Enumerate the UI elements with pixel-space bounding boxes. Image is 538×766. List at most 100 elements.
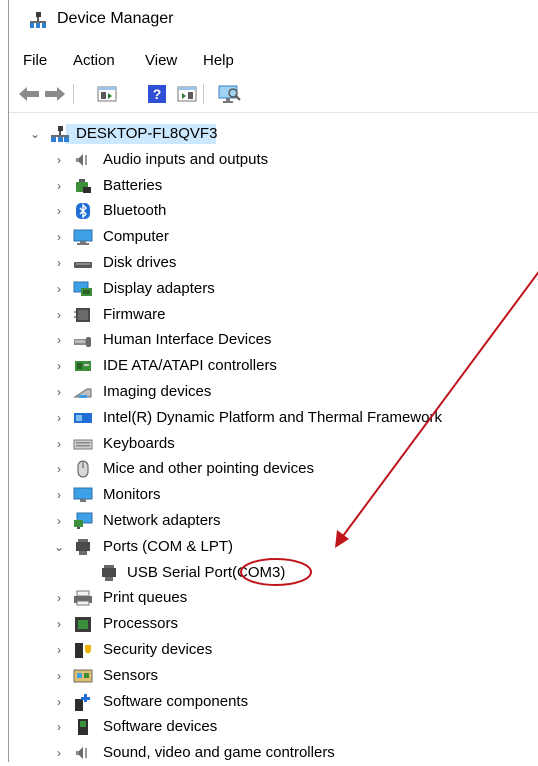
tree-item-intel-r-dynamic-platform-and-thermal-framework[interactable]: › Intel(R) Dynamic Platform and Thermal F… xyxy=(9,405,538,431)
ide-controller-icon xyxy=(75,361,91,372)
tree-item-imaging-devices[interactable]: › Imaging devices xyxy=(9,379,538,405)
keyboard-icon xyxy=(73,439,93,450)
collapse-chevron-icon[interactable]: › xyxy=(53,255,65,271)
menu-bar: File Action View Help xyxy=(9,48,538,74)
tree-item-label: Intel(R) Dynamic Platform and Thermal Fr… xyxy=(103,408,442,426)
tree-item-firmware[interactable]: › Firmware xyxy=(9,302,538,328)
collapse-chevron-icon[interactable]: › xyxy=(53,384,65,400)
tree-item-ide-ata-atapi-controllers[interactable]: › IDE ATA/ATAPI controllers xyxy=(9,353,538,379)
sensor-icon xyxy=(73,669,93,683)
software-device-icon xyxy=(78,719,88,736)
expand-chevron-icon[interactable]: ⌄ xyxy=(29,126,41,142)
tree-item-label: Bluetooth xyxy=(103,202,167,220)
collapse-chevron-icon[interactable]: › xyxy=(53,745,65,761)
tree-item-sensors[interactable]: › Sensors xyxy=(9,663,538,689)
tree-item-software-devices[interactable]: › Software devices xyxy=(9,714,538,740)
tree-root-label: DESKTOP-FL8QVF3 xyxy=(76,125,218,142)
collapse-chevron-icon[interactable]: › xyxy=(53,332,65,348)
collapse-chevron-icon[interactable]: › xyxy=(53,642,65,658)
collapse-chevron-icon[interactable]: › xyxy=(53,178,65,194)
collapse-chevron-icon[interactable]: › xyxy=(53,513,65,529)
title-bar: Device Manager xyxy=(9,0,538,40)
tree-item-label: Software devices xyxy=(103,718,218,736)
properties-icon xyxy=(97,86,117,102)
collapse-chevron-icon[interactable]: › xyxy=(53,152,65,168)
collapse-chevron-icon[interactable]: › xyxy=(53,719,65,735)
tree-item-label: Network adapters xyxy=(103,512,221,529)
tree-item-label: Print queues xyxy=(103,589,188,607)
collapse-chevron-icon[interactable]: › xyxy=(53,358,65,374)
tree-item-network-adapters[interactable]: › Network adapters xyxy=(9,508,538,534)
tree-item-bluetooth[interactable]: › Bluetooth xyxy=(9,198,538,224)
tree-item-label: Imaging devices xyxy=(103,383,212,400)
tree-item-label: IDE ATA/ATAPI controllers xyxy=(103,357,277,375)
tree-item-processors[interactable]: › Processors xyxy=(9,611,538,637)
speaker-icon xyxy=(76,153,87,166)
bluetooth-icon xyxy=(76,203,90,220)
tree-item-display-adapters[interactable]: › Display adapters xyxy=(9,276,538,302)
collapse-chevron-icon[interactable]: › xyxy=(53,229,65,245)
firmware-icon xyxy=(74,307,90,322)
help-button[interactable]: ? xyxy=(145,82,169,106)
help-icon: ? xyxy=(148,85,166,103)
menu-view[interactable]: View xyxy=(145,52,177,69)
back-button[interactable] xyxy=(17,82,41,106)
collapse-chevron-icon[interactable]: › xyxy=(53,694,65,710)
tree-item-monitors[interactable]: › Monitors xyxy=(9,482,538,508)
properties-button[interactable] xyxy=(95,82,119,106)
update-driver-button[interactable] xyxy=(175,82,199,106)
collapse-chevron-icon[interactable]: › xyxy=(53,487,65,503)
toolbar: ? xyxy=(9,78,538,113)
collapse-chevron-icon[interactable]: › xyxy=(53,436,65,452)
tree-item-batteries[interactable]: › Batteries xyxy=(9,173,538,199)
scan-hardware-button[interactable] xyxy=(217,82,241,106)
collapse-chevron-icon[interactable]: › xyxy=(53,307,65,323)
window-title: Device Manager xyxy=(57,10,174,27)
collapse-chevron-icon[interactable]: › xyxy=(53,281,65,297)
battery-icon xyxy=(76,178,91,193)
tree-item-computer[interactable]: › Computer xyxy=(9,224,538,250)
tree-root[interactable]: ⌄ DESKTOP-FL8QVF3 xyxy=(9,121,538,147)
menu-action[interactable]: Action xyxy=(73,52,115,69)
collapse-chevron-icon[interactable]: › xyxy=(53,410,65,426)
software-component-icon xyxy=(75,693,90,711)
collapse-chevron-icon[interactable]: › xyxy=(53,590,65,606)
hid-icon xyxy=(74,337,91,348)
tree-item-label: Monitors xyxy=(103,486,161,504)
collapse-chevron-icon[interactable]: › xyxy=(53,203,65,219)
tree-item-label: Keyboards xyxy=(103,434,175,452)
camera-icon xyxy=(73,388,92,398)
device-name: USB Serial Port xyxy=(127,563,233,581)
tree-item-sound-video-and-game-controllers[interactable]: › Sound, video and game controllers xyxy=(9,740,538,766)
tree-item-keyboards[interactable]: › Keyboards xyxy=(9,431,538,457)
collapse-chevron-icon[interactable]: › xyxy=(53,668,65,684)
computer-root-icon xyxy=(51,126,69,142)
port-icon xyxy=(102,564,116,581)
sound-controller-icon xyxy=(76,747,87,760)
collapse-chevron-icon[interactable]: › xyxy=(53,616,65,632)
tree-item-disk-drives[interactable]: › Disk drives xyxy=(9,250,538,276)
tree-item-audio-inputs-and-outputs[interactable]: › Audio inputs and outputs xyxy=(9,147,538,173)
tree-item-usb-serial-port[interactable]: USB Serial Port(COM3) xyxy=(9,560,538,586)
tree-item-security-devices[interactable]: › Security devices xyxy=(9,637,538,663)
tree-item-label: Display adapters xyxy=(103,279,215,297)
tree-item-software-components[interactable]: › Software components xyxy=(9,689,538,715)
expand-chevron-icon[interactable]: ⌄ xyxy=(53,539,65,555)
mouse-icon xyxy=(77,460,89,478)
collapse-chevron-icon[interactable]: › xyxy=(53,461,65,477)
tree-item-label: Computer xyxy=(103,228,169,246)
forward-button[interactable] xyxy=(43,82,67,106)
network-adapter-icon xyxy=(74,512,93,529)
toolbar-separator xyxy=(203,84,204,104)
tree-item-human-interface-devices[interactable]: › Human Interface Devices xyxy=(9,327,538,353)
com-port-suffix: (COM3) xyxy=(232,563,286,581)
tree-item-print-queues[interactable]: › Print queues xyxy=(9,585,538,611)
svg-text:?: ? xyxy=(153,86,162,102)
disk-drive-icon xyxy=(74,262,92,268)
tree-item-label: Firmware xyxy=(103,305,166,323)
menu-file[interactable]: File xyxy=(23,52,47,69)
tree-item-label: Disk drives xyxy=(103,254,177,271)
tree-item-mice-and-other-pointing-devices[interactable]: › Mice and other pointing devices xyxy=(9,456,538,482)
menu-help[interactable]: Help xyxy=(203,52,234,69)
tree-item-ports-com-lpt[interactable]: ⌄ Ports (COM & LPT) xyxy=(9,534,538,560)
